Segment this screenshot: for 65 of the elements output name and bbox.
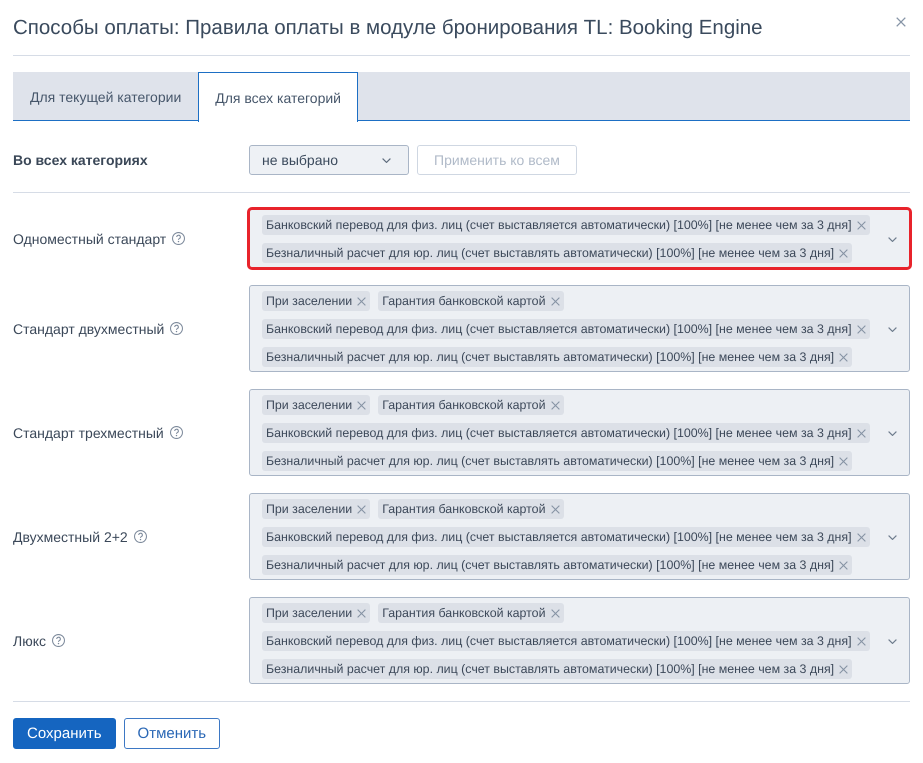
- cancel-button[interactable]: Отменить: [124, 718, 220, 749]
- remove-icon[interactable]: [550, 608, 560, 618]
- chip-label: Безналичный расчет для юр. лиц (счет выставлять автоматически) [100%] [не менее чем за 3 дня]: [266, 662, 834, 676]
- payment-multi-select[interactable]: Банковский перевод для физ. лиц (счет выставляется автоматически) [100%] [не менее чем за 3 дня] Безналичный расчет для юр. лиц (счет выставлять автоматически) [100%] [не менее чем за 3 дня]: [249, 209, 910, 268]
- chip-label: При заселении: [266, 502, 352, 516]
- remove-icon[interactable]: [357, 504, 366, 514]
- chip-label: При заселении: [266, 398, 352, 412]
- chip-label: Гарантия банковской картой: [382, 502, 546, 516]
- caret-icon: [888, 430, 897, 436]
- category-name: Двухместный 2+2: [13, 528, 128, 544]
- category-name: Люкс: [13, 632, 46, 648]
- payment-multi-select[interactable]: [249, 597, 910, 684]
- remove-icon[interactable]: [839, 560, 848, 570]
- chip-label: Безналичный расчет для юр. лиц (счет выставлять автоматически) [100%] [не менее чем за 3 дня]: [266, 558, 834, 572]
- category-name: Стандарт трехместный: [13, 424, 164, 440]
- chip-label: Банковский перевод для физ. лиц (счет выставляется автоматически) [100%] [не менее чем за 3 дня]: [266, 218, 852, 232]
- caret-icon: [888, 638, 897, 644]
- remove-icon[interactable]: [856, 532, 866, 542]
- remove-icon[interactable]: [550, 400, 560, 410]
- remove-icon[interactable]: [839, 248, 848, 258]
- chip-label: Банковский перевод для физ. лиц (счет выставляется автоматически) [100%] [не менее чем за 3 дня]: [266, 634, 852, 648]
- category-tab[interactable]: Для всех категорий: [198, 72, 358, 122]
- caret-icon: [888, 326, 897, 332]
- caret-icon: [888, 534, 897, 540]
- category-name: Одноместный стандарт: [13, 230, 166, 246]
- remove-icon[interactable]: [357, 296, 366, 306]
- chip-label: При заселении: [266, 606, 352, 620]
- chip-label: Гарантия банковской картой: [382, 294, 546, 308]
- remove-icon[interactable]: [856, 324, 866, 334]
- chip-label: Банковский перевод для физ. лиц (счет выставляется автоматически) [100%] [не менее чем за 3 дня]: [266, 426, 852, 440]
- chip-label: Безналичный расчет для юр. лиц (счет выставлять автоматически) [100%] [не менее чем за 3 дня]: [266, 350, 834, 364]
- chip-label: Банковский перевод для физ. лиц (счет выставляется автоматически) [100%] [не менее чем за 3 дня]: [266, 322, 852, 336]
- help-icon: [134, 530, 147, 543]
- remove-icon[interactable]: [839, 456, 848, 466]
- payment-multi-select[interactable]: [249, 285, 910, 372]
- help-icon: [172, 232, 186, 245]
- help-icon: [52, 634, 65, 647]
- caret-icon: [382, 158, 391, 162]
- remove-icon[interactable]: [357, 608, 366, 618]
- chip-label: Гарантия банковской картой: [382, 606, 546, 620]
- payment-multi-select[interactable]: [249, 493, 910, 580]
- remove-icon[interactable]: [856, 220, 866, 230]
- remove-icon[interactable]: [839, 352, 848, 362]
- save-button[interactable]: Сохранить: [13, 718, 116, 749]
- dialog-title: Способы оплаты: Правила оплаты в модуле бронирования TL: Booking Engine: [13, 16, 763, 40]
- row-label: Во всех категориях: [13, 152, 149, 168]
- remove-icon[interactable]: [856, 636, 866, 646]
- chip-label: Безналичный расчет для юр. лиц (счет выставлять автоматически) [100%] [не менее чем за 3 дня]: [266, 246, 834, 260]
- chip-label: Гарантия банковской картой: [382, 398, 546, 412]
- category-name: Стандарт двухместный: [13, 320, 164, 336]
- chip-label: При заселении: [266, 294, 352, 308]
- remove-icon[interactable]: [550, 504, 560, 514]
- chip-label: Безналичный расчет для юр. лиц (счет выставлять автоматически) [100%] [не менее чем за 3 дня]: [266, 454, 834, 468]
- remove-icon[interactable]: [550, 296, 560, 306]
- help-icon: [170, 426, 183, 439]
- close-icon[interactable]: [896, 17, 906, 27]
- remove-icon[interactable]: [856, 428, 866, 438]
- caret-icon: [888, 236, 897, 242]
- chip-label: Банковский перевод для физ. лиц (счет выставляется автоматически) [100%] [не менее чем за 3 дня]: [266, 530, 852, 544]
- category-select[interactable]: не выбрано: [249, 145, 409, 175]
- payment-multi-select[interactable]: [249, 389, 910, 476]
- remove-icon[interactable]: [357, 400, 366, 410]
- category-tab[interactable]: Для текущей категории: [13, 72, 198, 121]
- help-icon: [170, 322, 184, 335]
- remove-icon[interactable]: [839, 664, 848, 674]
